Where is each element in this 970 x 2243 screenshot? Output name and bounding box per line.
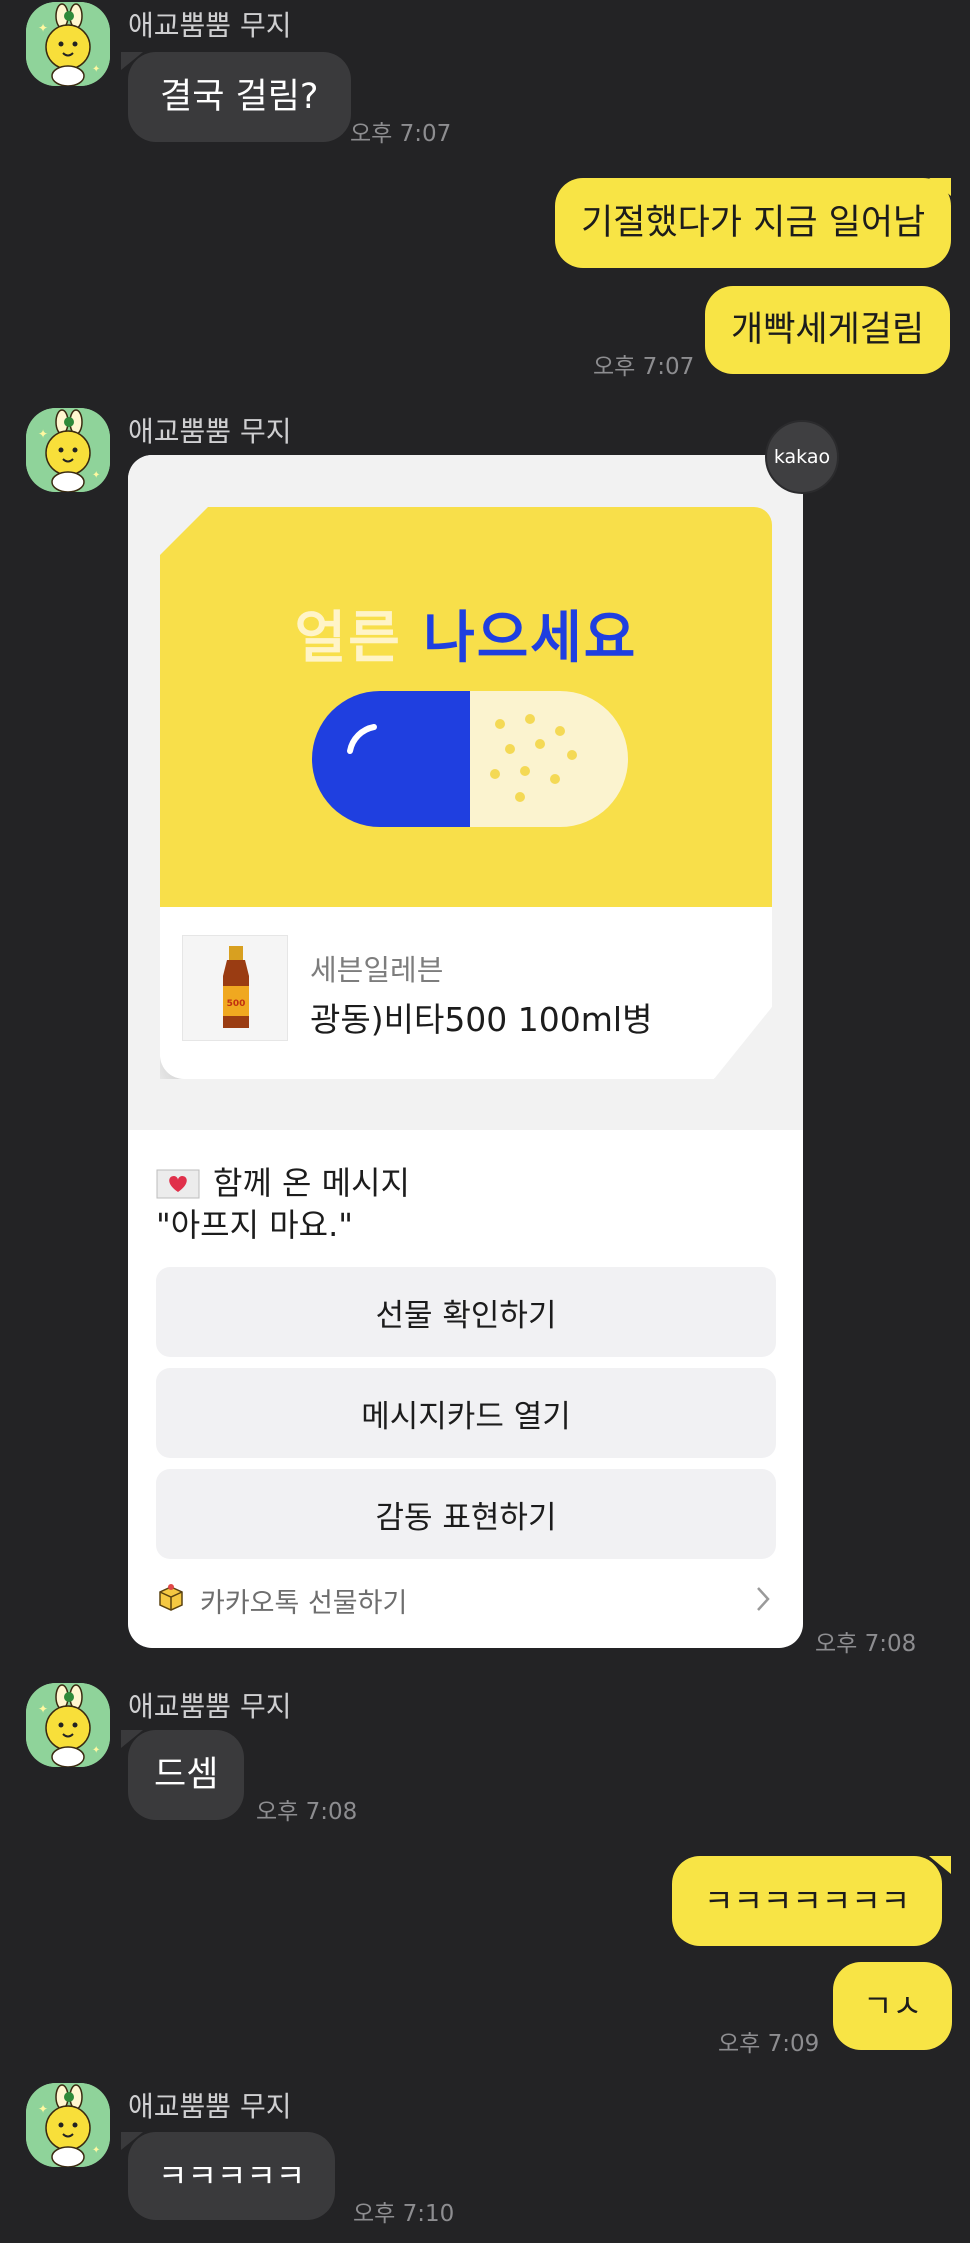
sender-avatar[interactable]: ✦ ✦	[26, 408, 110, 492]
capsule-pill-icon	[312, 691, 628, 827]
sender-avatar[interactable]: ✦ ✦	[26, 1683, 110, 1767]
message-time: 오후 7:10	[353, 2201, 455, 2227]
svg-text:✦: ✦	[92, 1745, 100, 1756]
message-time: 오후 7:08	[256, 1799, 358, 1825]
message-bubble[interactable]: 결국 걸림?	[128, 52, 351, 142]
gift-footer-link[interactable]: 카카오톡 선물하기	[128, 1575, 803, 1635]
sender-name: 애교뿜뿜 무지	[128, 2090, 292, 2123]
chevron-right-icon	[757, 1587, 770, 1611]
envelope-heart-icon	[156, 1169, 200, 1199]
sender-name: 애교뿜뿜 무지	[128, 9, 292, 42]
gift-headline: 얼른 나으세요	[160, 593, 772, 674]
muzi-avatar-icon: ✦✦	[26, 2, 110, 86]
svg-text:✦: ✦	[38, 427, 48, 441]
muzi-avatar-icon: ✦✦	[26, 2083, 110, 2167]
svg-text:✦: ✦	[38, 2102, 48, 2116]
message-bubble[interactable]: 개빡세게걸림	[705, 286, 951, 374]
message-bubble[interactable]: 기절했다가 지금 일어남	[555, 178, 952, 268]
sender-name: 애교뿜뿜 무지	[128, 415, 292, 448]
headline-white: 얼른	[294, 606, 402, 671]
bubble-tail	[929, 178, 951, 196]
product-name: 광동)비타500 100ml병	[310, 1000, 653, 1039]
message-bubble[interactable]: 드셈	[128, 1730, 245, 1820]
check-gift-button[interactable]: 선물 확인하기	[156, 1267, 776, 1357]
message-time: 오후 7:08	[815, 1631, 917, 1657]
message-body: "아프지 마요."	[156, 1206, 353, 1244]
bubble-tail	[929, 1856, 951, 1874]
muzi-avatar-icon: ✦✦	[26, 1683, 110, 1767]
message-time: 오후 7:07	[593, 354, 695, 380]
sender-name: 애교뿜뿜 무지	[128, 1690, 292, 1723]
sender-avatar[interactable]: ✦ ✦	[26, 2, 110, 86]
svg-text:✦: ✦	[92, 2145, 100, 2156]
gift-image: 얼른 나으세요	[160, 507, 772, 907]
svg-text:✦: ✦	[92, 470, 100, 481]
gift-card[interactable]: 얼른 나으세요 500 세븐일레븐 광동)비타500 100ml병 함께 온 메…	[128, 455, 803, 1648]
message-time: 오후 7:09	[718, 2031, 820, 2057]
gift-product-info: 500 세븐일레븐 광동)비타500 100ml병	[160, 907, 772, 1079]
svg-text:✦: ✦	[92, 64, 100, 75]
message-title: 함께 온 메시지	[213, 1164, 410, 1202]
svg-text:✦: ✦	[38, 1702, 48, 1716]
sender-avatar[interactable]: ✦ ✦	[26, 2083, 110, 2167]
message-bubble[interactable]: ㅋㅋㅋㅋㅋㅋㅋ	[672, 1856, 943, 1946]
gift-card-preview: 얼른 나으세요 500 세븐일레븐 광동)비타500 100ml병	[128, 455, 803, 1130]
message-bubble[interactable]: ㅋㅋㅋㅋㅋ	[128, 2132, 336, 2220]
vita500-bottle-icon: 500	[183, 936, 289, 1042]
message-time: 오후 7:07	[350, 121, 452, 147]
kakao-badge-icon: kakao	[765, 420, 839, 494]
product-thumbnail: 500	[182, 935, 288, 1041]
gift-box-icon	[159, 1584, 183, 1611]
gift-footer-label: 카카오톡 선물하기	[200, 1588, 408, 1619]
muzi-avatar-icon: ✦✦	[26, 408, 110, 492]
headline-blue: 나으세요	[423, 606, 638, 671]
store-name: 세븐일레븐	[310, 953, 444, 987]
open-message-card-button[interactable]: 메시지카드 열기	[156, 1368, 776, 1458]
express-thanks-button[interactable]: 감동 표현하기	[156, 1469, 776, 1559]
message-bubble[interactable]: ㄱㅅ	[833, 1962, 952, 2050]
svg-text:500: 500	[227, 999, 246, 1009]
svg-text:✦: ✦	[38, 21, 48, 35]
